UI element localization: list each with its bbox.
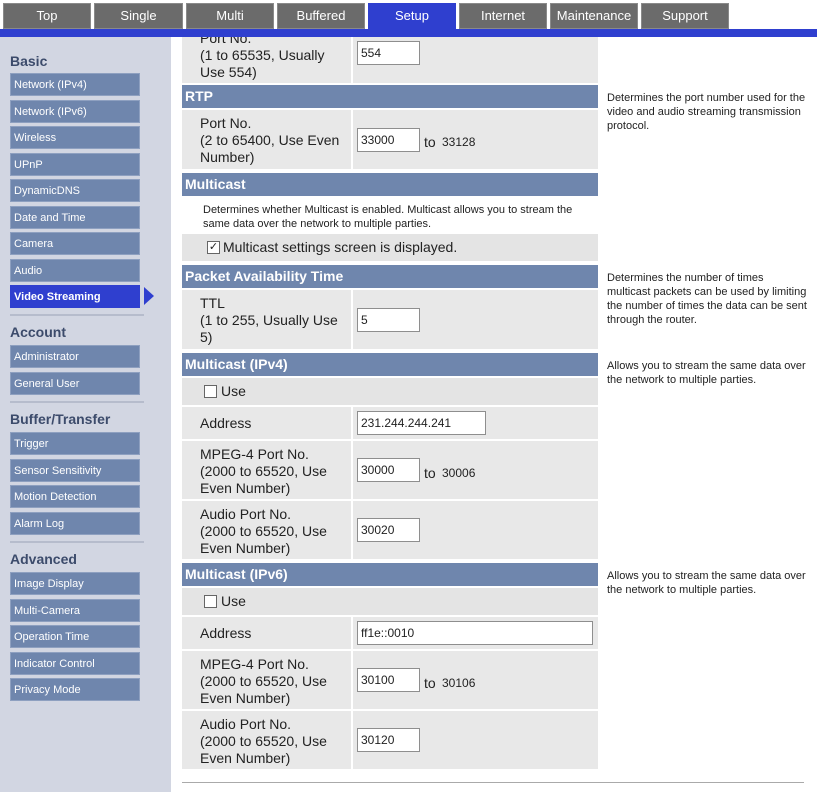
sidebar-item-indicator-control[interactable]: Indicator Control: [10, 652, 140, 675]
sidebar-item-operation-time[interactable]: Operation Time: [10, 625, 140, 648]
multicast-settings-checkbox[interactable]: ✓: [207, 241, 220, 254]
sidebar-item-network-ipv6[interactable]: Network (IPv6): [10, 100, 140, 123]
ipv4-mpeg-to: to: [424, 465, 436, 481]
multicast-checkbox-row: ✓ Multicast settings screen is displayed…: [182, 234, 598, 261]
rtp-to-label: to: [424, 134, 436, 150]
tab-setup[interactable]: Setup: [368, 3, 456, 32]
ipv4-audio-cell: 30020: [353, 501, 598, 559]
tab-maintenance[interactable]: Maintenance: [550, 3, 638, 29]
ipv6-use-checkbox[interactable]: [204, 595, 217, 608]
sidebar-item-upnp[interactable]: UPnP: [10, 153, 140, 176]
sidebar-item-general-user[interactable]: General User: [10, 372, 140, 395]
top-nav-rule: [0, 29, 817, 37]
sidebar-item-image-display[interactable]: Image Display: [10, 572, 140, 595]
sidebar-item-network-ipv4[interactable]: Network (IPv4): [10, 73, 140, 96]
ipv6-audio-input[interactable]: 30120: [357, 728, 420, 752]
multicast-settings-label: Multicast settings screen is displayed.: [223, 239, 458, 255]
ipv4-use-row: Use: [182, 378, 598, 405]
ipv6-mpeg-cell: 30100 to 30106: [353, 651, 598, 709]
rtsp-port-value-cell: 554: [353, 37, 598, 83]
ipv4-mpeg-end: 30006: [442, 466, 476, 480]
rtp-port-value-cell: 33000 to 33128: [353, 110, 598, 169]
ipv4-audio-input[interactable]: 30020: [357, 518, 420, 542]
ipv6-audio-label: Audio Port No. (2000 to 65520, Use Even …: [182, 711, 351, 769]
ipv6-use-row: Use: [182, 588, 598, 615]
packet-description: Determines the number of times multicast…: [607, 272, 807, 326]
tab-buffered-image[interactable]: Buffered Image: [277, 3, 365, 47]
ipv6-mpeg-input[interactable]: 30100: [357, 668, 420, 692]
sidebar-item-multi-camera[interactable]: Multi-Camera: [10, 599, 140, 622]
ipv4-use-checkbox[interactable]: [204, 385, 217, 398]
tab-single[interactable]: Single: [94, 3, 183, 29]
ipv4-audio-label: Audio Port No. (2000 to 65520, Use Even …: [182, 501, 351, 559]
tab-internet[interactable]: Internet: [459, 3, 547, 29]
rtsp-port-label-cell: Port No. (1 to 65535, Usually Use 554): [182, 37, 351, 83]
sidebar-item-administrator[interactable]: Administrator: [10, 345, 140, 368]
tab-top[interactable]: Top: [3, 3, 91, 29]
ipv4-header: Multicast (IPv4): [182, 353, 598, 376]
ttl-input[interactable]: 5: [357, 308, 420, 332]
ipv4-description: Allows you to stream the same data over …: [607, 360, 806, 386]
ipv6-mpeg-label: MPEG-4 Port No. (2000 to 65520, Use Even…: [182, 651, 351, 709]
ipv4-address-label: Address: [182, 407, 351, 439]
sidebar-item-motion-detection[interactable]: Motion Detection: [10, 485, 140, 508]
ipv4-address-input[interactable]: 231.244.244.241: [357, 411, 486, 435]
rtsp-port-input[interactable]: 554: [357, 41, 420, 65]
ipv6-address-label: Address: [182, 617, 351, 649]
sidebar-divider: [10, 401, 144, 403]
ipv4-mpeg-cell: 30000 to 30006: [353, 441, 598, 499]
ipv6-header: Multicast (IPv6): [182, 563, 598, 586]
main-content: Port No. (1 to 65535, Usually Use 554) 5…: [171, 37, 817, 792]
ipv6-mpeg-to: to: [424, 675, 436, 691]
ipv4-mpeg-label: MPEG-4 Port No. (2000 to 65520, Use Even…: [182, 441, 351, 499]
ipv4-mpeg-input[interactable]: 30000: [357, 458, 420, 482]
tab-multi[interactable]: Multi: [186, 3, 274, 29]
sidebar: Basic Network (IPv4) Network (IPv6) Wire…: [0, 37, 171, 792]
sidebar-divider: [10, 541, 144, 543]
rtsp-port-label: Port No. (1 to 65535, Usually Use 554): [200, 37, 325, 80]
sidebar-item-privacy-mode[interactable]: Privacy Mode: [10, 678, 140, 701]
ipv6-address-cell: ff1e::0010: [353, 617, 598, 649]
ipv6-mpeg-end: 30106: [442, 676, 476, 690]
sidebar-item-wireless[interactable]: Wireless: [10, 126, 140, 149]
rtp-port-label: Port No. (2 to 65400, Use Even Number): [182, 110, 351, 169]
sidebar-section-advanced: Advanced: [10, 551, 77, 567]
multicast-note: Determines whether Multicast is enabled.…: [203, 204, 573, 230]
sidebar-item-alarm-log[interactable]: Alarm Log: [10, 512, 140, 535]
sidebar-item-trigger[interactable]: Trigger: [10, 432, 140, 455]
sidebar-item-date-and-time[interactable]: Date and Time: [10, 206, 140, 229]
ipv6-use-label: Use: [221, 593, 246, 609]
sidebar-item-audio[interactable]: Audio: [10, 259, 140, 282]
ipv4-address-cell: 231.244.244.241: [353, 407, 598, 439]
rtp-description: Determines the port number used for the …: [607, 92, 806, 132]
sidebar-section-buffer-transfer: Buffer/Transfer: [10, 411, 111, 427]
ttl-label: TTL (1 to 255, Usually Use 5): [182, 290, 351, 349]
rtp-header: RTP: [182, 85, 598, 108]
sidebar-section-basic: Basic: [10, 53, 48, 69]
rtp-port-input[interactable]: 33000: [357, 128, 420, 152]
top-nav: Top Single Multi Buffered Image Setup In…: [0, 0, 817, 47]
sidebar-divider: [10, 314, 144, 316]
ttl-value-cell: 5: [353, 290, 598, 349]
sidebar-item-sensor-sensitivity[interactable]: Sensor Sensitivity: [10, 459, 140, 482]
sidebar-section-account: Account: [10, 324, 66, 340]
multicast-header: Multicast: [182, 173, 598, 196]
footer-divider: [182, 782, 804, 783]
ipv6-description: Allows you to stream the same data over …: [607, 570, 806, 596]
ipv6-audio-cell: 30120: [353, 711, 598, 769]
sidebar-item-camera[interactable]: Camera: [10, 232, 140, 255]
packet-header: Packet Availability Time: [182, 265, 598, 288]
sidebar-item-dynamicdns[interactable]: DynamicDNS: [10, 179, 140, 202]
tab-support[interactable]: Support: [641, 3, 729, 29]
active-arrow-icon: [144, 287, 154, 305]
ipv4-use-label: Use: [221, 383, 246, 399]
ipv6-address-input[interactable]: ff1e::0010: [357, 621, 593, 645]
sidebar-item-video-streaming[interactable]: Video Streaming: [10, 285, 140, 308]
rtp-port-end: 33128: [442, 135, 476, 149]
